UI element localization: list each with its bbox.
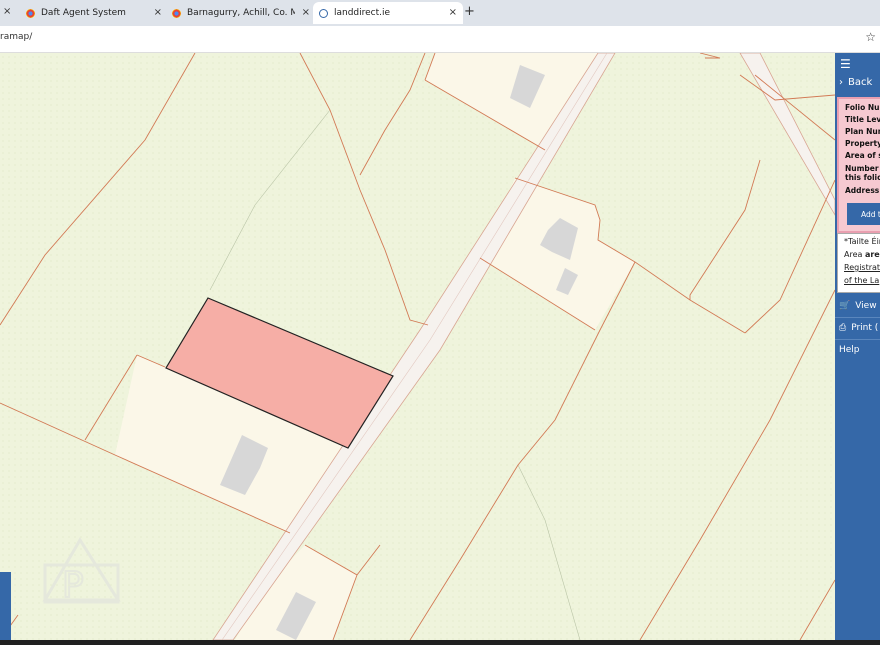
disclaimer-note: *Tailte Éir Area are n Registrat of the … [837,233,880,293]
printer-icon: ⎙ [839,323,847,333]
map-side-tab[interactable] [0,572,11,640]
info-row: Property N [845,139,880,148]
svg-text:P: P [62,565,84,606]
registration-link[interactable]: Registrat [844,263,880,272]
info-row: Number o [845,164,880,173]
tab-close-icon[interactable]: × [449,7,457,18]
tab-close-icon[interactable]: × [154,7,162,18]
cart-icon: 🛒 [839,301,851,311]
info-row: Plan Num [845,127,880,136]
chrome-favicon-icon [26,8,35,18]
info-row: Address [845,186,880,195]
note-text: Area are n [844,250,880,259]
info-row: Folio Num [845,103,880,112]
tab-label: Barnagurry, Achill, Co. Mayo is f [187,8,295,18]
tab-close-icon[interactable]: × [3,6,11,17]
view-label: View B [855,301,880,311]
tab-landdirect[interactable]: landdirect.ie × [313,2,463,24]
help-button[interactable]: Help [839,345,860,355]
divider [835,339,880,340]
add-to-button[interactable]: Add to [847,203,880,225]
divider [835,317,880,318]
tab-label: landdirect.ie [334,8,391,18]
info-row: Area of se [845,151,880,160]
tab-daft-agent-system[interactable]: Daft Agent System × [20,2,168,24]
right-side-panel: ☰ › Back Folio Num Title Leve Plan Num Pr… [835,53,880,645]
folio-info-box: Folio Num Title Leve Plan Num Property N… [837,97,880,233]
chrome-favicon-icon [172,8,181,18]
tab-label: Daft Agent System [41,8,126,18]
back-button[interactable]: › Back [839,77,872,88]
tab-barnagurry[interactable]: Barnagurry, Achill, Co. Mayo is f × [166,2,316,24]
note-text: *Tailte Éir [844,237,880,246]
info-row: this folio: [845,173,880,182]
bookmark-star-icon[interactable]: ☆ [865,30,876,44]
land-registry-link[interactable]: of the La [844,276,879,285]
chevron-right-icon: › [839,77,843,88]
print-button[interactable]: ⎙ Print ( [839,323,878,333]
tab-close-icon[interactable]: × [302,7,310,18]
help-label: Help [839,345,860,355]
info-row: Title Leve [845,115,880,124]
browser-tab-bar: × Daft Agent System × Barnagurry, Achill… [0,0,880,26]
map-svg: P [0,53,835,640]
new-tab-icon[interactable]: + [464,4,475,19]
print-label: Print ( [851,323,879,333]
address-bar[interactable]: ramap/ ☆ [0,26,880,53]
hamburger-menu-icon[interactable]: ☰ [840,57,851,71]
os-taskbar [0,640,880,645]
globe-icon [319,8,328,18]
back-label: Back [848,77,873,88]
view-button[interactable]: 🛒 View B [839,301,880,311]
url-text[interactable]: ramap/ [0,32,32,42]
map-canvas[interactable]: P [0,53,835,640]
